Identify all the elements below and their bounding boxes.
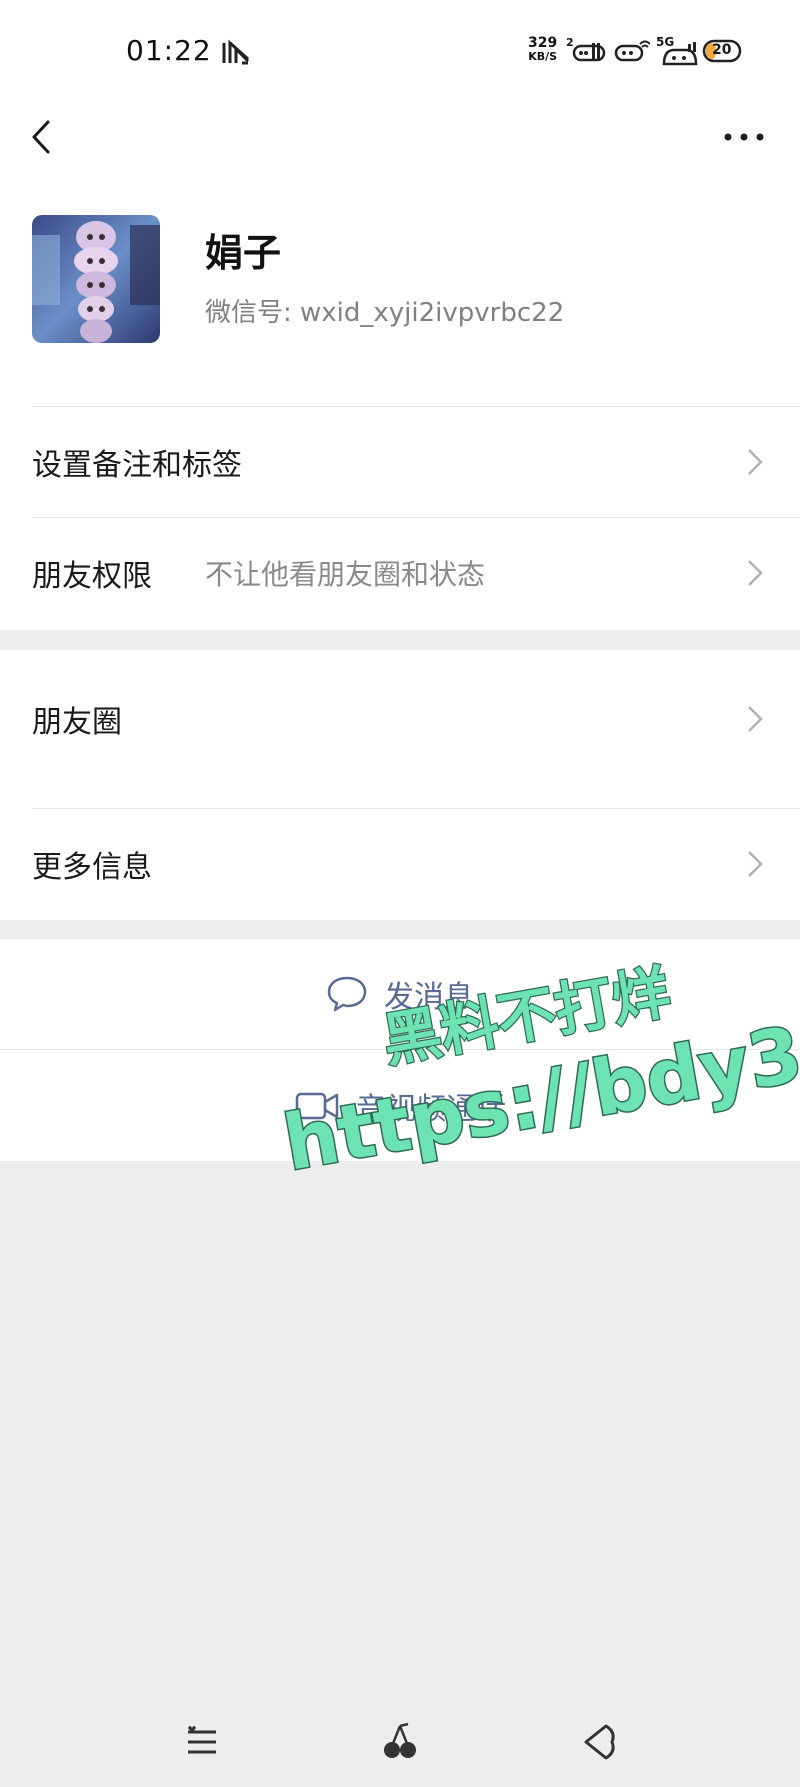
divider	[0, 1049, 800, 1050]
back-heart-icon	[584, 1724, 615, 1760]
cherry-icon	[384, 1722, 416, 1758]
chat-bubble-icon	[327, 976, 367, 1012]
moments-label: 朋友圈	[32, 705, 122, 740]
back-nav-button[interactable]	[576, 1720, 620, 1764]
info-section: 朋友圈 更多信息	[0, 650, 800, 920]
friend-permission-value: 不让他看朋友圈和状态	[205, 558, 486, 591]
chevron-right-icon	[748, 560, 763, 586]
menu-list-icon	[188, 1726, 216, 1754]
profile-section: 01:22 329 KB/S 2 5G 20 娟子 微信号: wxid_xyji…	[0, 0, 800, 630]
more-info-label: 更多信息	[32, 850, 152, 885]
friend-permission-label: 朋友权限	[32, 559, 152, 594]
network-speed-value: 329	[528, 35, 558, 51]
send-message-button[interactable]: 发消息	[0, 939, 800, 1049]
home-button[interactable]	[378, 1720, 422, 1764]
app-notification-icon	[222, 39, 250, 65]
signal-icon	[572, 43, 606, 62]
more-options-button[interactable]	[712, 112, 776, 162]
video-call-label: 音视频通话	[356, 1092, 506, 1127]
remark-tags-label: 设置备注和标签	[32, 448, 242, 483]
back-button[interactable]	[24, 112, 64, 162]
chevron-right-icon	[748, 851, 763, 877]
status-bar: 01:22 329 KB/S 2 5G 20	[0, 0, 800, 100]
profile-name: 娟子	[205, 230, 282, 275]
system-nav-bar	[0, 1700, 800, 1787]
video-call-icon	[295, 1092, 339, 1120]
send-message-label: 发消息	[384, 980, 474, 1015]
wifi-icon	[614, 40, 650, 62]
remark-tags-row[interactable]: 设置备注和标签	[0, 408, 800, 516]
battery-level: 20	[712, 42, 732, 58]
chevron-left-icon	[32, 120, 50, 154]
friend-permission-row[interactable]: 朋友权限 不让他看朋友圈和状态	[0, 519, 800, 627]
recent-apps-button[interactable]	[180, 1720, 224, 1764]
video-call-button[interactable]: 音视频通话	[0, 1051, 800, 1161]
moments-row[interactable]: 朋友圈	[0, 650, 800, 788]
divider	[32, 406, 800, 407]
cellular-icon	[662, 42, 698, 66]
more-dots-icon	[724, 133, 764, 141]
divider	[32, 517, 800, 518]
divider	[32, 808, 800, 809]
chevron-right-icon	[748, 706, 763, 732]
network-speed-unit: KB/S	[528, 50, 558, 63]
network-speed: 329 KB/S	[528, 36, 557, 64]
avatar-image	[32, 215, 160, 343]
status-time: 01:22	[126, 34, 212, 67]
wechat-id: 微信号: wxid_xyji2ivpvrbc22	[205, 298, 565, 328]
chevron-right-icon	[748, 449, 763, 475]
avatar[interactable]	[32, 215, 160, 343]
actions-section: 发消息 音视频通话	[0, 939, 800, 1161]
more-info-row[interactable]: 更多信息	[0, 810, 800, 918]
